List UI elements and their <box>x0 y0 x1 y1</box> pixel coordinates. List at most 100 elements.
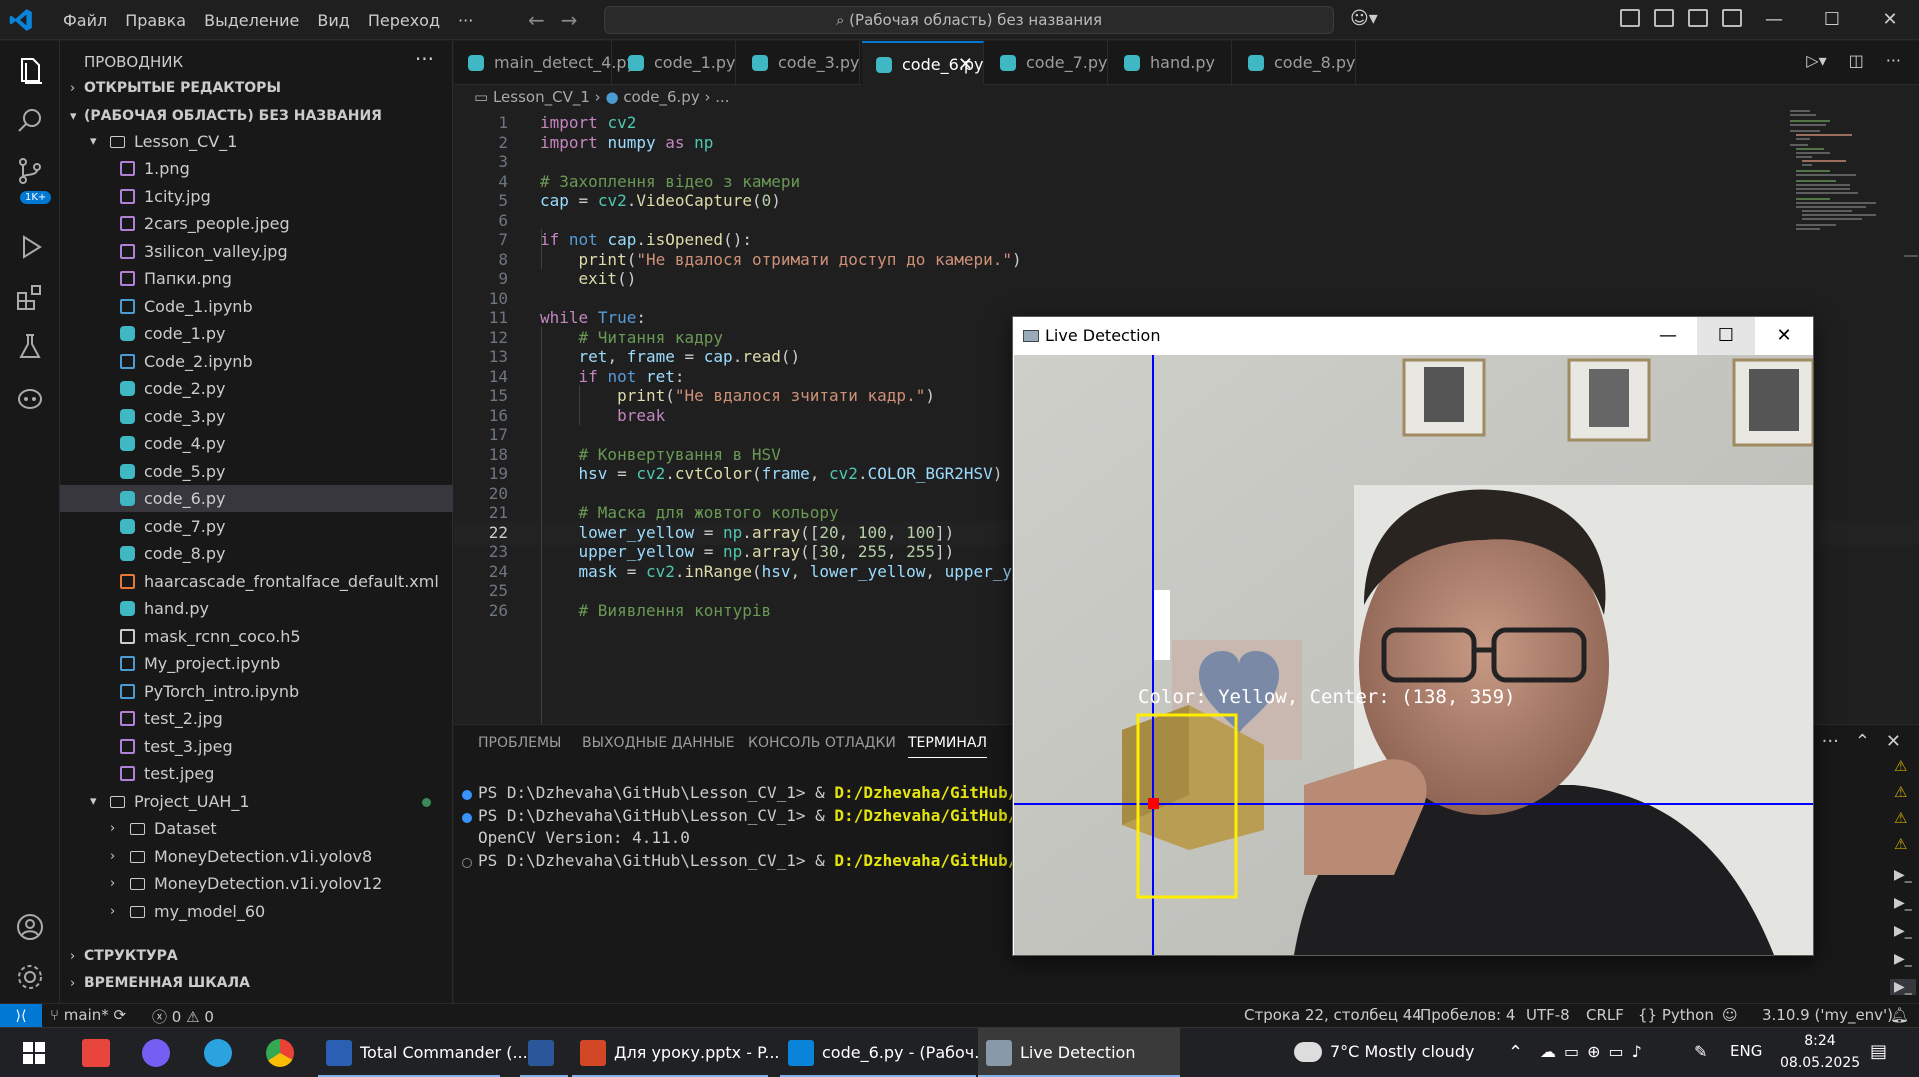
file-item[interactable]: haarcascade_frontalface_default.xml <box>60 568 453 595</box>
toggle-secondary-sidebar-icon[interactable] <box>1722 9 1742 27</box>
section-workspace[interactable]: ▾ (РАБОЧАЯ ОБЛАСТЬ) БЕЗ НАЗВАНИЯ <box>60 103 453 130</box>
subfolder-item[interactable]: › MoneyDetection.v1i.yolov12 <box>60 870 453 897</box>
tab-code_1-py[interactable]: code_1.py <box>614 41 736 85</box>
menu-edit[interactable]: Правка <box>116 11 195 30</box>
close-panel-icon[interactable]: ✕ <box>1886 731 1901 752</box>
tab-code_3-py[interactable]: code_3.py <box>738 41 860 85</box>
file-item[interactable]: code_3.py <box>60 403 453 430</box>
start-button[interactable] <box>18 1028 58 1077</box>
file-item[interactable]: PyTorch_intro.ipynb <box>60 678 453 705</box>
input-language[interactable]: ENG <box>1730 1042 1762 1066</box>
encoding[interactable]: UTF-8 <box>1526 1006 1570 1024</box>
close-icon[interactable]: ✕ <box>1861 0 1919 40</box>
file-item[interactable]: 1.png <box>60 155 453 182</box>
file-item[interactable]: 1city.jpg <box>60 183 453 210</box>
file-item[interactable]: code_4.py <box>60 430 453 457</box>
toggle-primary-sidebar-icon[interactable] <box>1654 9 1674 27</box>
end-of-line[interactable]: CRLF <box>1586 1006 1624 1024</box>
anydesk-icon[interactable] <box>78 1028 118 1077</box>
close-tab-icon[interactable]: ✕ <box>958 43 973 87</box>
live-minimize-icon[interactable]: — <box>1639 317 1697 355</box>
file-item[interactable]: code_8.py <box>60 540 453 567</box>
file-item[interactable]: code_5.py <box>60 458 453 485</box>
taskbar-app[interactable]: Total Commander (... <box>318 1028 528 1077</box>
problems-status[interactable]: ⓧ 0 ⚠ 0 <box>152 1006 214 1027</box>
clock-date[interactable]: 08.05.2025 <box>1780 1055 1860 1075</box>
explorer-icon[interactable] <box>14 55 46 87</box>
taskbar-app[interactable]: code_6.py - (Рабоч... <box>780 1028 989 1077</box>
file-item[interactable]: code_7.py <box>60 513 453 540</box>
warning-icon[interactable]: ⚠ <box>1894 809 1907 827</box>
folder-lesson-cv-1[interactable]: ▾ Lesson_CV_1 <box>60 128 453 155</box>
settings-gear-icon[interactable] <box>14 961 46 993</box>
section-open-editors[interactable]: › ОТКРЫТЫЕ РЕДАКТОРЫ <box>60 75 453 102</box>
file-item[interactable]: 2cars_people.jpeg <box>60 210 453 237</box>
tab-hand-py[interactable]: hand.py <box>1110 41 1232 85</box>
tab-code_7-py[interactable]: code_7.py <box>986 41 1108 85</box>
section-outline[interactable]: › СТРУКТУРА <box>60 943 453 970</box>
arrow-left-icon[interactable]: ← <box>528 8 545 32</box>
file-item[interactable]: hand.py <box>60 595 453 622</box>
clock-time[interactable]: 8:24 <box>1790 1033 1850 1053</box>
live-maximize-icon[interactable]: ☐ <box>1697 317 1755 355</box>
file-item[interactable]: 3silicon_valley.jpg <box>60 238 453 265</box>
tab-problems[interactable]: ПРОБЛЕМЫ <box>478 735 561 751</box>
terminal-icon[interactable]: ▶_ <box>1894 867 1912 883</box>
tab-terminal[interactable]: ТЕРМИНАЛ <box>908 735 988 758</box>
file-item[interactable]: test_3.jpeg <box>60 733 453 760</box>
account-icon[interactable] <box>14 911 46 943</box>
arrow-right-icon[interactable]: → <box>561 8 578 32</box>
breadcrumb-rest[interactable]: ... <box>715 88 729 106</box>
tab-debug-console[interactable]: КОНСОЛЬ ОТЛАДКИ <box>748 735 896 751</box>
command-center[interactable]: ⌕ (Рабочая область) без названия <box>604 6 1334 34</box>
toggle-panel-icon[interactable] <box>1688 9 1708 27</box>
subfolder-item[interactable]: › Dataset <box>60 815 453 842</box>
telegram-icon[interactable] <box>200 1028 240 1077</box>
breadcrumb-file[interactable]: code_6.py <box>623 88 699 106</box>
editor-scrollbar[interactable] <box>1904 255 1918 257</box>
breadcrumb-folder[interactable]: Lesson_CV_1 <box>493 88 590 106</box>
pen-icon[interactable]: ✎ <box>1694 1042 1707 1066</box>
section-timeline[interactable]: › ВРЕМЕННАЯ ШКАЛА <box>60 970 453 997</box>
panel-more-icon[interactable]: ··· <box>1822 731 1839 752</box>
taskbar-app[interactable]: Для уроку.pptx - P... <box>572 1028 779 1077</box>
remote-icon[interactable]: ⟩⟨ <box>0 1004 42 1028</box>
copilot-icon[interactable]: ☺▾ <box>1350 8 1378 29</box>
file-item[interactable]: My_project.ipynb <box>60 650 453 677</box>
indentation[interactable]: Пробелов: 4 <box>1420 1006 1515 1024</box>
file-item[interactable]: Code_1.ipynb <box>60 293 453 320</box>
run-python-icon[interactable]: ▷▾ <box>1806 51 1826 70</box>
live-window-titlebar[interactable]: Live Detection <box>1023 317 1160 355</box>
python-interpreter[interactable]: 3.10.9 ('my_env') <box>1762 1006 1893 1024</box>
weather-text[interactable]: 7°C Mostly cloudy <box>1330 1042 1474 1066</box>
testing-icon[interactable] <box>14 331 46 363</box>
run-debug-icon[interactable] <box>14 231 46 263</box>
minimize-icon[interactable]: — <box>1745 0 1803 40</box>
taskbar-app[interactable]: Live Detection <box>978 1028 1180 1077</box>
more-icon[interactable]: ··· <box>1886 51 1901 70</box>
file-item[interactable]: Папки.png <box>60 265 453 292</box>
split-editor-icon[interactable]: ◫ <box>1849 51 1864 70</box>
file-item[interactable]: code_6.py <box>60 485 453 512</box>
terminal-icon[interactable]: ▶_ <box>1890 979 1916 995</box>
maximize-icon[interactable]: ☐ <box>1803 0 1861 40</box>
warning-icon[interactable]: ⚠ <box>1894 835 1907 853</box>
maximize-panel-icon[interactable]: ⌃ <box>1855 731 1870 752</box>
notification-center-icon[interactable]: ▤ <box>1870 1041 1887 1065</box>
file-item[interactable]: test.jpeg <box>60 760 453 787</box>
folder-project-uah-1[interactable]: ▾ Project_UAH_1 <box>60 788 453 815</box>
notifications-icon[interactable]: 🔔︎ <box>1890 1006 1909 1024</box>
minimap[interactable] <box>1790 110 1880 250</box>
command-status-dot-icon[interactable] <box>462 790 472 800</box>
command-status-dot-icon[interactable] <box>462 812 472 823</box>
menu-more[interactable]: ··· <box>449 11 482 30</box>
file-item[interactable]: code_2.py <box>60 375 453 402</box>
menu-go[interactable]: Переход <box>359 11 449 30</box>
menu-view[interactable]: Вид <box>308 11 358 30</box>
warning-icon[interactable]: ⚠ <box>1894 783 1907 801</box>
more-actions-icon[interactable]: ··· <box>415 47 434 71</box>
terminal-icon[interactable]: ▶_ <box>1894 895 1912 911</box>
file-item[interactable]: code_1.py <box>60 320 453 347</box>
file-item[interactable]: Code_2.ipynb <box>60 348 453 375</box>
chrome-icon[interactable] <box>262 1028 302 1077</box>
